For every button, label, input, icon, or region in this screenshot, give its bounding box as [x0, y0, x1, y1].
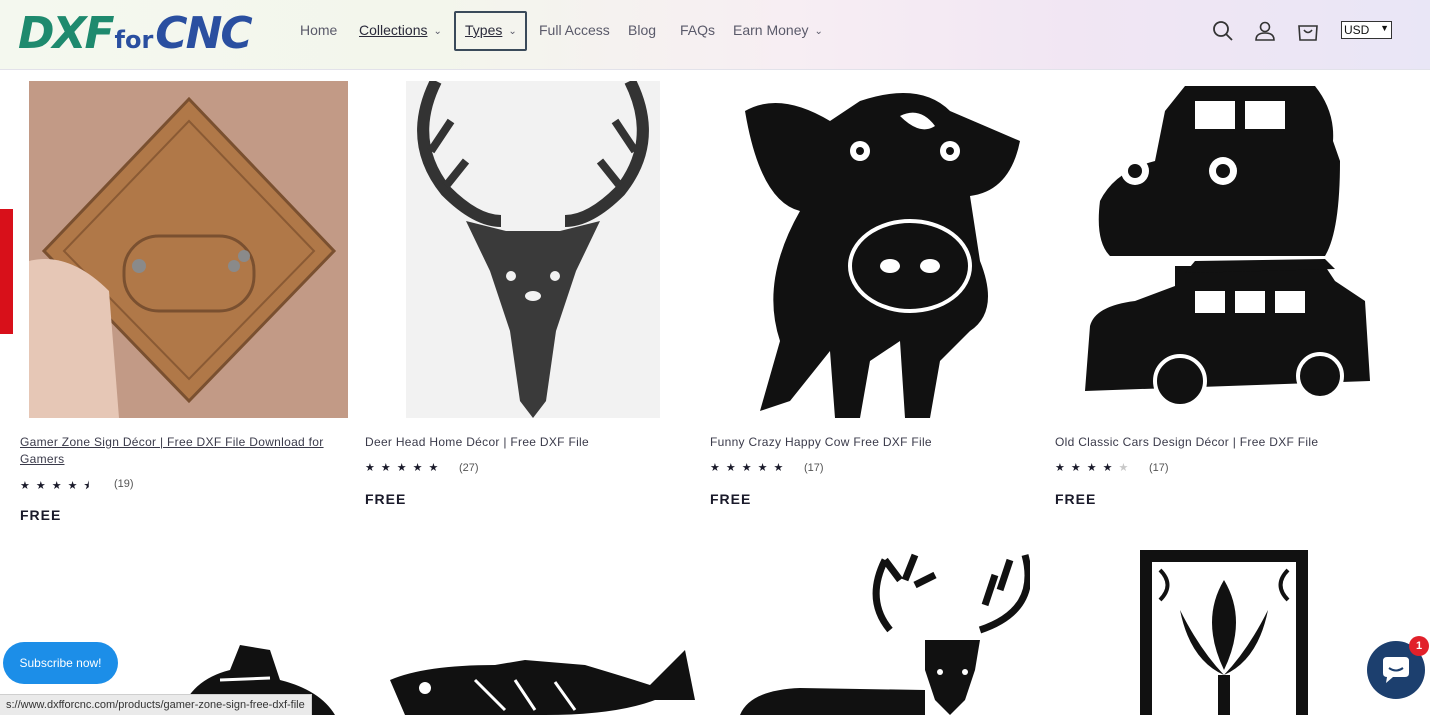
nav-full-access[interactable]: Full Access	[539, 22, 610, 38]
product-image[interactable]	[1075, 81, 1375, 418]
logo-part-cnc: CNC	[155, 8, 252, 59]
chevron-down-icon: ⌄	[814, 25, 823, 37]
product-price: FREE	[20, 507, 62, 523]
product-price: FREE	[1055, 491, 1097, 507]
rating-count: (27)	[459, 462, 479, 474]
product-title[interactable]: Deer Head Home Décor | Free DXF File	[365, 434, 685, 451]
logo-part-dxf: DXF	[18, 8, 115, 59]
nav-collections[interactable]: Collections ⌄	[359, 22, 442, 38]
rating-count: (17)	[1149, 462, 1169, 474]
search-icon[interactable]	[1210, 18, 1236, 44]
product-title[interactable]: Funny Crazy Happy Cow Free DXF File	[710, 434, 1030, 451]
rating-stars: ★★★★★	[1055, 462, 1135, 474]
chevron-down-icon: ⌄	[433, 25, 442, 37]
nav-faqs[interactable]: FAQs	[680, 22, 715, 38]
browser-status-url: s://www.dxfforcnc.com/products/gamer-zon…	[0, 694, 312, 715]
product-title[interactable]: Old Classic Cars Design Décor | Free DXF…	[1055, 434, 1375, 451]
account-icon[interactable]	[1252, 18, 1278, 44]
site-logo[interactable]: DXF for CNC	[18, 8, 253, 59]
site-header: DXF for CNC Home Collections ⌄ Types ⌄ Ful…	[0, 0, 1430, 70]
rating-stars: ★★★★★	[365, 462, 445, 474]
product-image[interactable]	[740, 550, 1032, 715]
nav-blog[interactable]: Blog	[628, 22, 656, 38]
product-image[interactable]	[406, 81, 660, 418]
nav-types[interactable]: Types ⌄	[465, 22, 517, 38]
product-image[interactable]	[1140, 550, 1308, 715]
nav-earn-money[interactable]: Earn Money ⌄	[733, 22, 823, 38]
side-promo-tab[interactable]	[0, 209, 13, 334]
rating-count: (19)	[114, 478, 134, 490]
rating-stars: ★★★★★	[710, 462, 790, 474]
product-price: FREE	[710, 491, 752, 507]
currency-select[interactable]: USD ▼	[1341, 21, 1392, 39]
product-image[interactable]	[385, 640, 705, 715]
chevron-down-icon: ⌄	[508, 25, 517, 37]
chat-unread-badge: 1	[1409, 636, 1429, 656]
rating-count: (17)	[804, 462, 824, 474]
subscribe-button[interactable]: Subscribe now!	[3, 642, 118, 684]
product-title[interactable]: Gamer Zone Sign Décor | Free DXF File Do…	[20, 434, 330, 468]
rating-stars: ★★★★⯨	[20, 480, 96, 492]
product-price: FREE	[365, 491, 407, 507]
logo-part-for: for	[114, 26, 154, 54]
product-image[interactable]	[720, 81, 1030, 418]
nav-home[interactable]: Home	[300, 22, 337, 38]
product-image[interactable]	[29, 81, 348, 418]
cart-icon[interactable]	[1295, 18, 1321, 44]
